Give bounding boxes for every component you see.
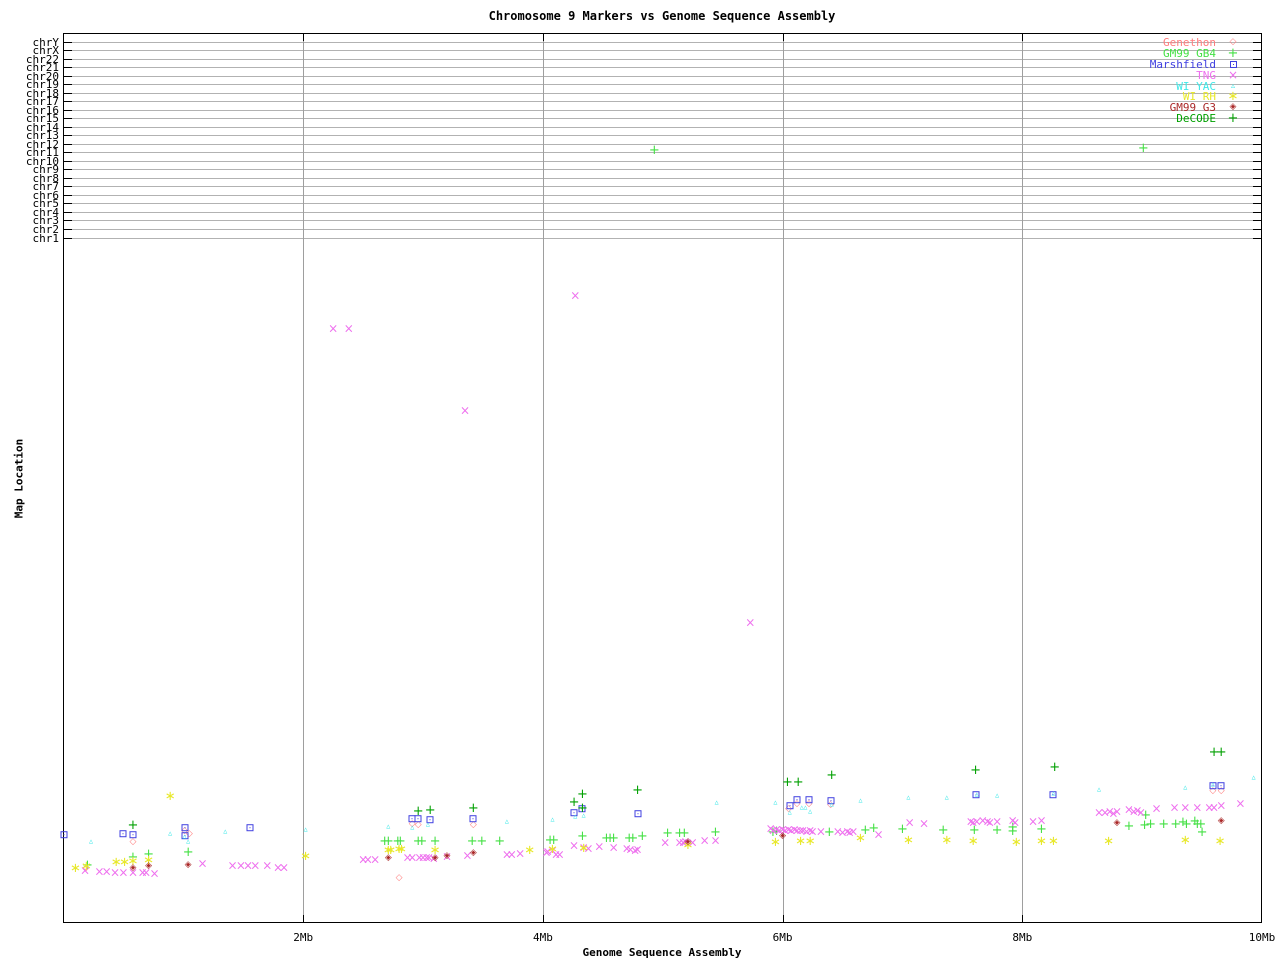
legend-row: GM99 G3 ◈: [1080, 102, 1250, 113]
chromosome-label: chrY: [32, 35, 60, 49]
chromosome-label: chr8: [32, 171, 60, 185]
legend-label: DeCODE: [1176, 112, 1216, 126]
chromosome-label: chr1: [32, 231, 60, 245]
legend: Genethon ◇ GM99 GB4 + Marshfield TNG × WI YAC ▵ W…: [1080, 37, 1250, 127]
y-axis-label: Map Location: [12, 438, 26, 519]
chromosome-label: chr22: [25, 52, 59, 66]
plus-icon: +: [1227, 111, 1239, 127]
x-tick-label: 6Mb: [772, 931, 793, 944]
chromosome-label: chr15: [25, 112, 59, 126]
chart-canvas: Chromosome 9 Markers vs Genome Sequence …: [0, 0, 1280, 960]
x-tick-label: 8Mb: [1012, 931, 1033, 944]
chromosome-label: chrX: [32, 44, 60, 58]
chromosome-label: chr5: [32, 197, 60, 211]
legend-label: TNG: [1196, 68, 1216, 82]
chromosome-label: chr4: [32, 205, 60, 219]
chromosome-label: chr9: [32, 163, 60, 177]
chromosome-label: chr16: [25, 103, 59, 117]
chromosome-label: chr2: [32, 222, 60, 236]
chromosome-label: chr18: [25, 86, 59, 100]
chromosome-label: chr17: [25, 95, 59, 109]
chromosome-label: chr3: [32, 214, 60, 228]
legend-marker-plus-icon: +: [1216, 111, 1250, 127]
chromosome-label: chr20: [25, 69, 59, 83]
x-tick-label: 4Mb: [532, 931, 553, 944]
plot-frame: [63, 33, 1262, 923]
chromosome-label: chr13: [25, 129, 59, 143]
chromosome-label: chr14: [25, 120, 59, 134]
x-axis-label: Genome Sequence Assembly: [582, 946, 742, 959]
plus-icon: +: [1227, 45, 1239, 61]
chromosome-label: chr21: [25, 61, 59, 75]
chromosome-label: chr6: [32, 188, 60, 202]
chromosome-label: chr10: [25, 154, 59, 168]
chromosome-label: chr19: [25, 78, 59, 92]
chromosome-label: chr12: [25, 137, 59, 151]
x-tick-label: 10Mb: [1248, 931, 1276, 944]
legend-marker-plus-icon: +: [1216, 45, 1250, 61]
legend-row: Marshfield: [1080, 59, 1250, 70]
chart-title: Chromosome 9 Markers vs Genome Sequence …: [488, 9, 836, 23]
legend-row: WI RH ∗: [1080, 90, 1250, 103]
x-tick-label: 2Mb: [293, 931, 314, 944]
legend-row: TNG ×: [1080, 68, 1250, 83]
square-dot-icon: [1229, 60, 1237, 68]
legend-marker-star-icon: ∗: [1216, 90, 1250, 103]
chromosome-label: chr11: [25, 146, 59, 160]
x-icon: ×: [1227, 68, 1239, 83]
chromosome-label: chr7: [32, 180, 60, 194]
legend-row: DeCODE +: [1080, 111, 1250, 127]
legend-row: WI YAC ▵: [1080, 81, 1250, 92]
legend-marker-x-icon: ×: [1216, 68, 1250, 83]
